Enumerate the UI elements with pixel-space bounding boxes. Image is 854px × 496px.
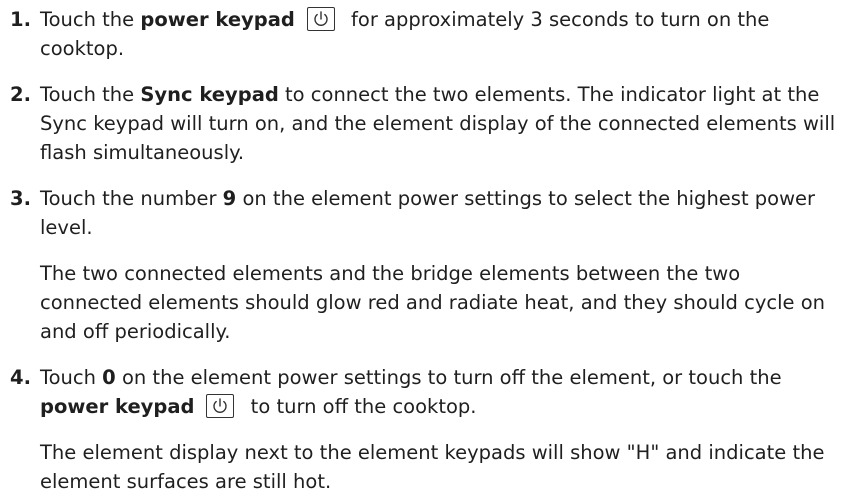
step-text: Touch 0 on the element power settings to…: [40, 363, 848, 421]
power-icon: [206, 394, 235, 418]
step-3-note: The two connected elements and the bridg…: [40, 262, 826, 343]
step-text-post: to turn off the cooktop.: [244, 395, 477, 418]
step-number: 2.: [10, 83, 31, 106]
step-text-mid: on the element power settings to turn of…: [115, 366, 782, 389]
step-4-note: The element display next to the element …: [40, 441, 825, 493]
step-1: 1. Touch the power keypad for approximat…: [10, 5, 848, 63]
step-text-pre: Touch the: [40, 8, 141, 31]
step-text-pre: Touch the number: [40, 187, 223, 210]
step-number: 1.: [10, 8, 31, 31]
step-keyword: 0: [102, 366, 116, 389]
step-keyword: Sync keypad: [140, 83, 279, 106]
step-number: 4.: [10, 366, 31, 389]
power-icon: [306, 7, 335, 31]
step-text: Touch the number 9 on the element power …: [40, 184, 848, 242]
step-keyword: power keypad: [140, 8, 295, 31]
step-keyword: 9: [222, 187, 237, 210]
step-2: 2. Touch the Sync keypad to connect the …: [10, 80, 848, 167]
instruction-document: 1. Touch the power keypad for approximat…: [10, 5, 848, 496]
step-keyword-2: power keypad: [40, 395, 195, 418]
step-number: 3.: [10, 187, 31, 210]
step-3: 3. Touch the number 9 on the element pow…: [10, 184, 848, 242]
step-text-pre: Touch the: [40, 83, 141, 106]
step-4: 4. Touch 0 on the element power settings…: [10, 363, 848, 421]
step-text-pre: Touch: [40, 366, 103, 389]
step-text: Touch the power keypad for approximately…: [40, 5, 848, 63]
step-text: Touch the Sync keypad to connect the two…: [40, 80, 848, 167]
